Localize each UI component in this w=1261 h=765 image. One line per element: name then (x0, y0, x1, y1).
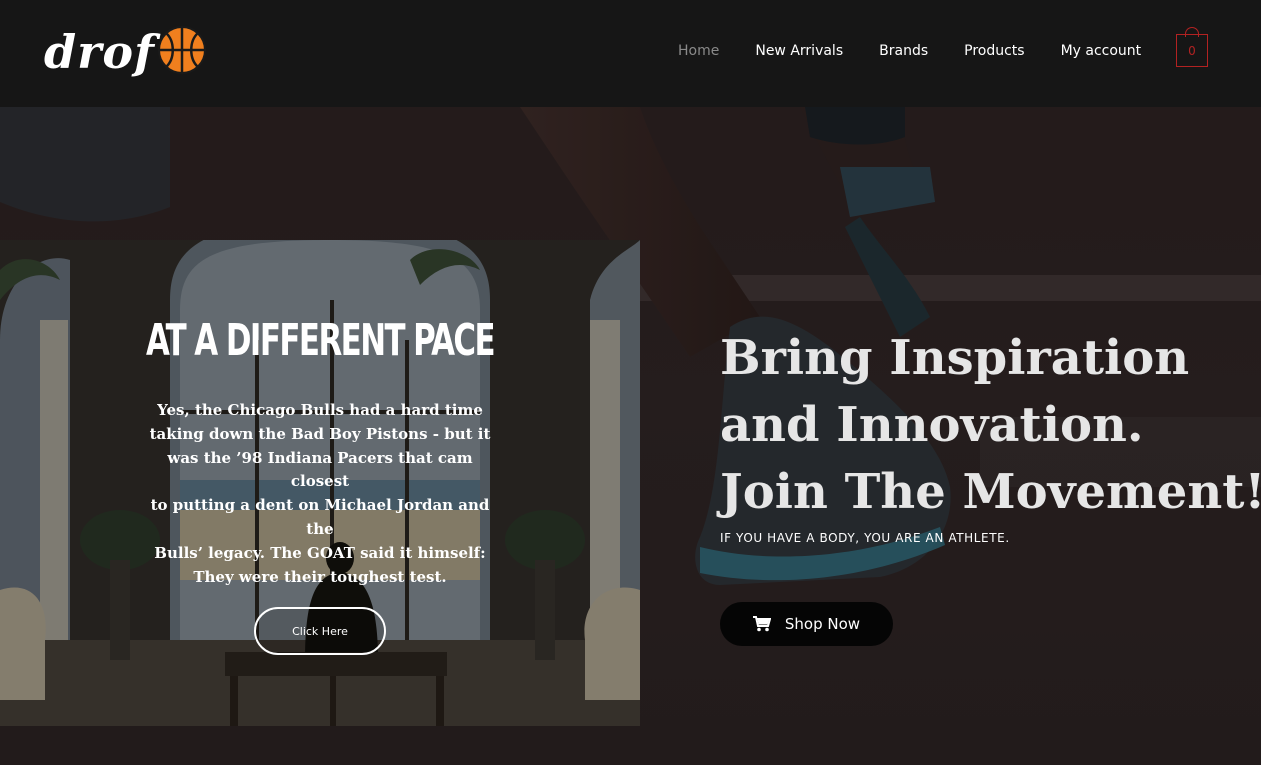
promo-text-line: Yes, the Chicago Bulls had a hard time (157, 401, 483, 419)
promo-text-line: to putting a dent on Michael Jordan and … (150, 496, 490, 538)
nav-new-arrivals[interactable]: New Arrivals (755, 41, 843, 61)
click-here-button[interactable]: Click Here (254, 607, 386, 655)
cart-icon (752, 616, 771, 632)
hero-headline-line: and Innovation. (720, 397, 1144, 453)
cart-count: 0 (1188, 43, 1196, 58)
promo-text-line: Bulls’ legacy. The GOAT said it himself: (154, 543, 486, 562)
nav-my-account[interactable]: My account (1061, 41, 1142, 61)
hero-section: AT A DIFFERENT PACE Yes, the Chicago Bul… (0, 107, 1261, 765)
main-nav: Home New Arrivals Brands Products My acc… (678, 41, 1177, 61)
cart-icon[interactable]: 0 (1176, 27, 1208, 67)
nav-home[interactable]: Home (678, 41, 719, 61)
shop-now-label: Shop Now (784, 615, 861, 633)
promo-text-line: taking down the Bad Boy Pistons - but it (149, 424, 491, 443)
nav-products[interactable]: Products (964, 41, 1024, 61)
logo[interactable]: drof (44, 22, 207, 82)
shop-now-button[interactable]: Shop Now (720, 602, 893, 646)
promo-text: Yes, the Chicago Bulls had a hard time t… (140, 399, 500, 589)
hero-headline-line: Join The Movement! (720, 464, 1261, 520)
hero-headline-line: Bring Inspiration (720, 330, 1190, 386)
nav-brands[interactable]: Brands (879, 41, 928, 61)
promo-text-line: They were their toughest test. (193, 567, 447, 586)
promo-card: AT A DIFFERENT PACE Yes, the Chicago Bul… (0, 240, 640, 726)
site-header: drof Home New Arrivals Brands Products M… (0, 0, 1261, 107)
promo-title: AT A DIFFERENT PACE (145, 315, 496, 366)
promo-text-line: was the ’98 Indiana Pacers that cam clos… (167, 448, 473, 491)
hero-tagline: IF YOU HAVE A BODY, YOU ARE AN ATHLETE. (720, 531, 1010, 545)
basketball-icon (157, 26, 206, 74)
hero-headline: Bring Inspiration and Innovation. Join T… (720, 325, 1261, 526)
logo-text: drof (44, 25, 155, 79)
